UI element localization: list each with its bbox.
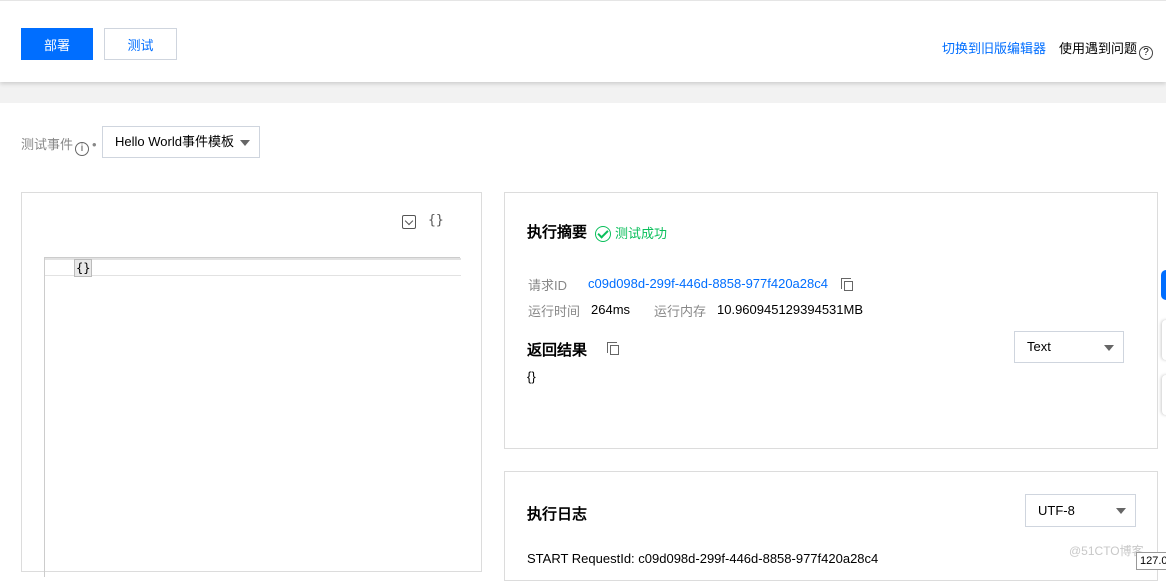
run-time-label: 运行时间 <box>528 304 581 319</box>
caret-down-icon <box>1116 508 1126 514</box>
test-button[interactable]: 测试 <box>104 28 177 60</box>
required-marker: • <box>92 137 97 152</box>
copy-request-id-icon[interactable] <box>841 278 853 291</box>
result-format-select[interactable]: Text <box>1014 331 1124 363</box>
execution-log-panel: 执行日志 UTF-8 START RequestId: c09d098d-299… <box>504 471 1158 581</box>
side-float-tab[interactable] <box>1162 320 1166 360</box>
encoding-selected: UTF-8 <box>1038 503 1075 518</box>
watermark: @51CTO博客 <box>1069 544 1144 558</box>
memory-value: 10.960945129394531MB <box>717 302 864 317</box>
code-editor[interactable]: {} <box>44 257 461 577</box>
switch-old-editor-link[interactable]: 切换到旧版编辑器 <box>942 38 1046 57</box>
code-text: {} <box>73 259 93 277</box>
side-float-button[interactable] <box>1161 270 1166 300</box>
code-line: {} <box>45 258 461 277</box>
result-format-selected: Text <box>1027 339 1051 354</box>
log-line: START RequestId: c09d098d-299f-446d-8858… <box>527 551 879 566</box>
top-toolbar: 部署 测试 切换到旧版编辑器 使用遇到问题? <box>0 0 1166 82</box>
test-event-label-text: 测试事件 <box>21 137 74 152</box>
status-text: 测试成功 <box>615 226 668 241</box>
execution-summary-panel: 执行摘要 测试成功 请求ID c09d098d-299f-446d-8858-9… <box>504 192 1158 449</box>
request-id-label: 请求ID <box>528 278 568 293</box>
help-label: 使用遇到问题 <box>1059 41 1138 56</box>
info-icon[interactable]: i <box>75 142 90 156</box>
summary-title: 执行摘要 <box>527 224 588 241</box>
event-editor-panel: {} {} <box>21 192 482 577</box>
test-event-select[interactable]: Hello World事件模板 <box>102 126 260 158</box>
test-event-label: 测试事件 i • <box>21 134 97 156</box>
side-float-tab[interactable] <box>1162 375 1166 415</box>
test-event-selected: Hello World事件模板 <box>115 134 234 149</box>
encoding-select[interactable]: UTF-8 <box>1025 494 1136 527</box>
log-title: 执行日志 <box>527 506 588 523</box>
check-circle-icon <box>595 226 611 242</box>
memory-label: 运行内存 <box>654 304 707 319</box>
deploy-button[interactable]: 部署 <box>21 28 93 60</box>
corner-tooltip: 127.0 <box>1136 552 1166 570</box>
divider-strip <box>0 82 1166 103</box>
save-template-icon[interactable] <box>402 215 416 229</box>
run-time-value: 264ms <box>591 302 631 317</box>
format-json-icon[interactable]: {} <box>428 213 444 228</box>
question-icon: ? <box>1139 46 1154 60</box>
status-badge: 测试成功 <box>595 223 667 242</box>
request-id-value[interactable]: c09d098d-299f-446d-8858-977f420a28c4 <box>588 276 828 291</box>
caret-down-icon <box>240 140 250 146</box>
caret-down-icon <box>1104 345 1114 351</box>
result-body: {} <box>527 369 536 384</box>
result-title: 返回结果 <box>527 342 588 359</box>
copy-result-icon[interactable] <box>607 342 619 355</box>
help-link[interactable]: 使用遇到问题? <box>1059 38 1154 60</box>
